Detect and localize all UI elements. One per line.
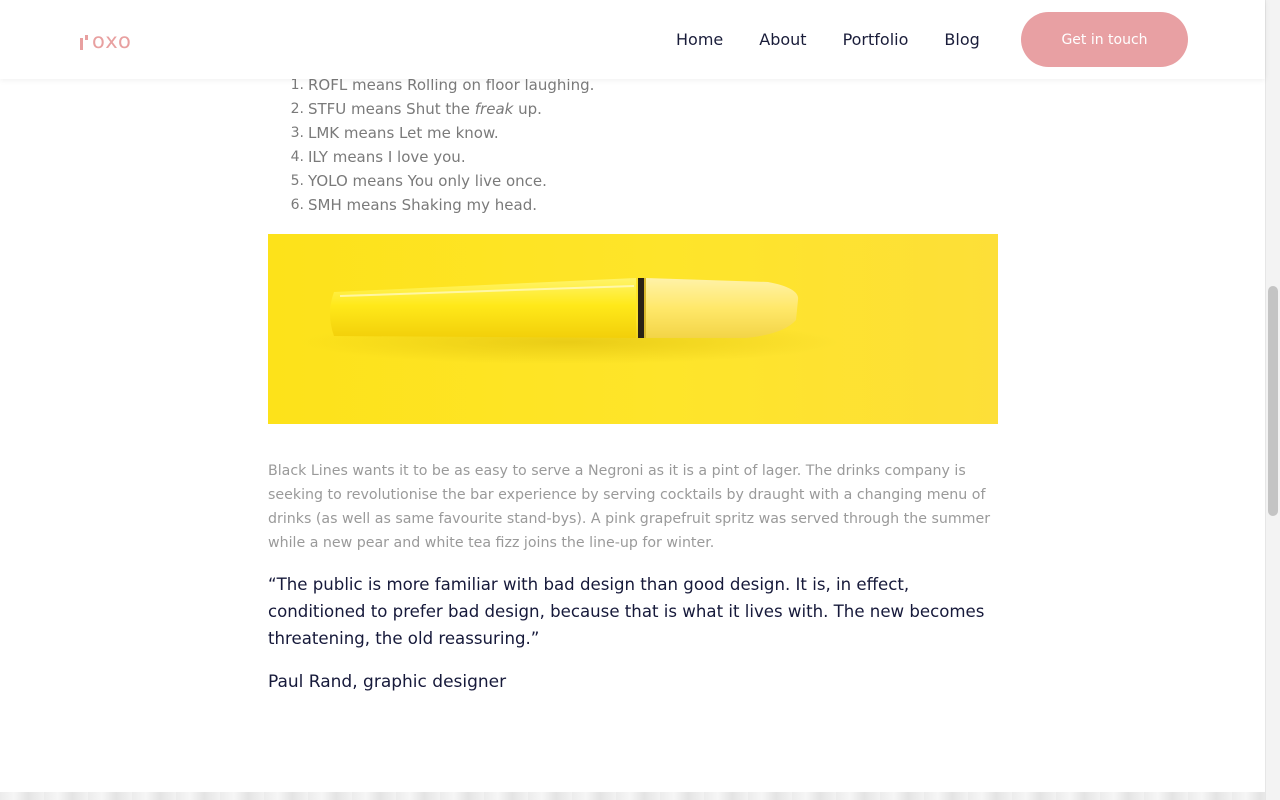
list-item: STFU means Shut the freak up. [288,97,594,121]
abbreviation-list: ROFL means Rolling on floor laughing. ST… [268,73,594,217]
footer-texture-strip [0,792,1265,800]
pull-quote: “The public is more familiar with bad de… [268,575,985,648]
logo-text: oxo [92,28,132,53]
nav-blog[interactable]: Blog [944,30,979,49]
list-item-prefix: STFU means Shut the [308,100,475,118]
nav-about[interactable]: About [759,30,806,49]
site-header: oxo Home About Portfolio Blog Get in tou… [0,0,1265,79]
list-item: SMH means Shaking my head. [288,193,594,217]
list-item: ILY means I love you. [288,145,594,169]
site-logo[interactable]: oxo [80,29,132,53]
list-item-text: YOLO means You only live once. [308,172,547,190]
nav-portfolio[interactable]: Portfolio [843,30,909,49]
scrollbar-thumb[interactable] [1268,286,1278,516]
list-item-text: LMK means Let me know. [308,124,499,142]
list-item: LMK means Let me know. [288,121,594,145]
list-item-text: SMH means Shaking my head. [308,196,537,214]
page: oxo Home About Portfolio Blog Get in tou… [0,0,1280,800]
quote-attribution: Paul Rand, graphic designer [268,672,507,692]
logo-mark-icon [80,31,92,51]
yellow-pen-image [268,234,998,424]
main-nav: Home About Portfolio Blog [676,0,1016,79]
list-item: YOLO means You only live once. [288,169,594,193]
article-paragraph: Black Lines wants it to be as easy to se… [268,463,991,551]
list-item-suffix: up. [513,100,542,118]
list-item-emphasis: freak [474,100,514,118]
vertical-scrollbar[interactable] [1265,0,1280,800]
nav-home[interactable]: Home [676,30,723,49]
get-in-touch-button[interactable]: Get in touch [1021,12,1188,67]
list-item-text: ILY means I love you. [308,148,466,166]
